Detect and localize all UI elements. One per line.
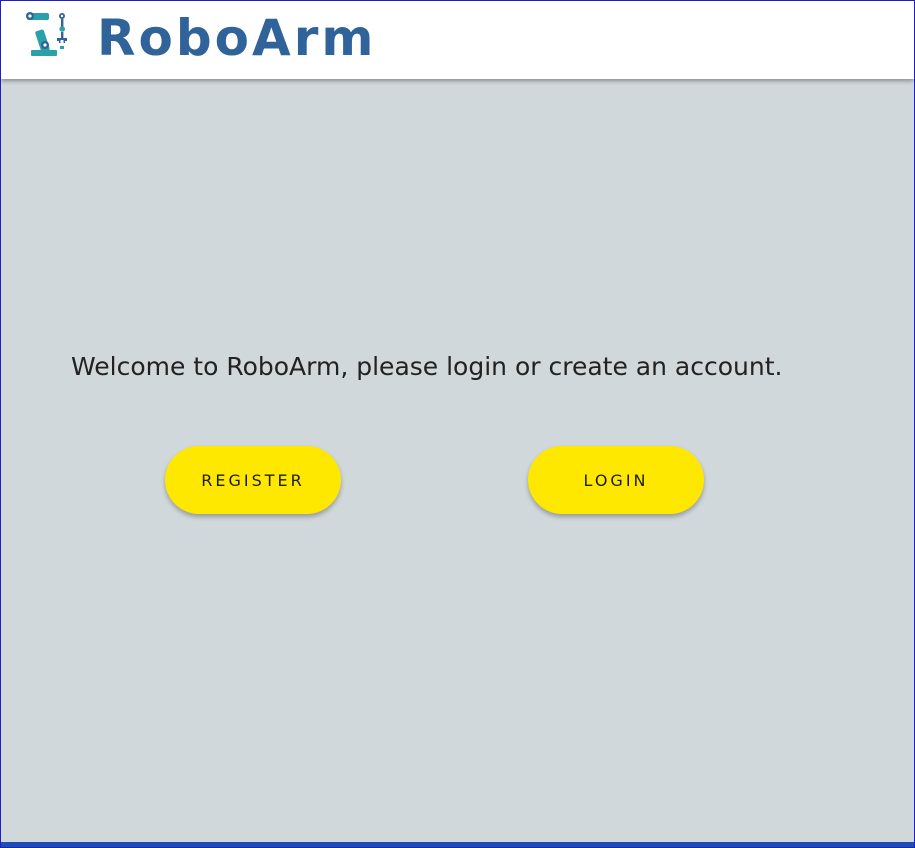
- header: RoboArm: [1, 1, 914, 79]
- app-window: RoboArm Welcome to RoboArm, please login…: [0, 0, 915, 848]
- robot-arm-icon: [26, 12, 67, 56]
- register-button[interactable]: REGISTER: [165, 446, 341, 514]
- main-content: Welcome to RoboArm, please login or crea…: [1, 79, 914, 842]
- welcome-message: Welcome to RoboArm, please login or crea…: [71, 352, 783, 381]
- login-button[interactable]: LOGIN: [528, 446, 704, 514]
- brand-title: RoboArm: [97, 9, 377, 67]
- footer-bar: [1, 842, 914, 847]
